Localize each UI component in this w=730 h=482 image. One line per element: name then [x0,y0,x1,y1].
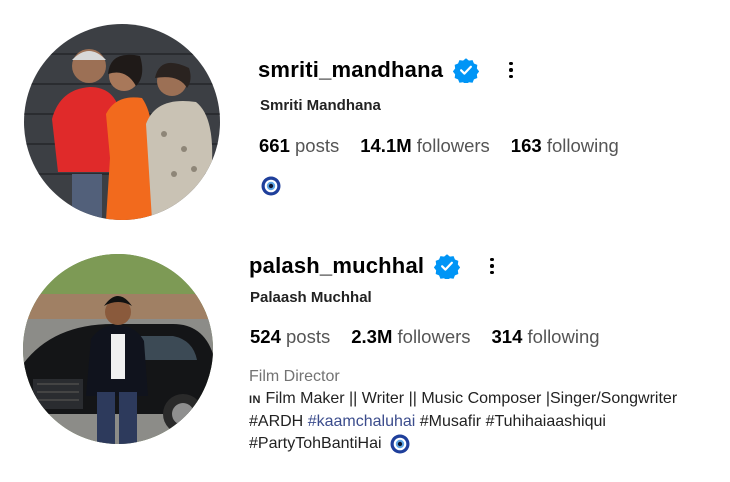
hashtag[interactable]: #PartyTohBantiHai [249,435,382,452]
bio-line: IN Film Maker || Writer || Music Compose… [249,390,678,407]
profile-stats: 661 posts 14.1M followers 163 following [259,135,640,157]
posts-count[interactable]: 524 posts [250,326,330,348]
bio: Film Director IN Film Maker || Writer ||… [249,366,677,455]
bio-hashtags: #PartyTohBantiHai [249,433,677,455]
username: smriti_mandhana [258,57,444,82]
bio-hashtags: #ARDH #kaamchaluhai #Musafir #Tuhihaiaas… [249,411,677,433]
following-count[interactable]: 314 following [492,326,600,348]
full-name: Smriti Mandhana [260,97,381,114]
nazar-amulet-icon [261,176,281,196]
followers-count[interactable]: 14.1M followers [360,135,490,157]
verified-badge-icon [434,254,461,279]
following-count[interactable]: 163 following [511,135,619,157]
more-options-icon[interactable] [482,253,502,279]
india-flag-label: IN [249,394,261,406]
profile-avatar[interactable] [24,24,220,220]
hashtag[interactable]: #Musafir #Tuhihaiaashiqui [420,413,606,430]
profile-category: Film Director [249,368,340,385]
verified-badge-icon [453,58,480,83]
posts-count[interactable]: 661 posts [259,135,339,157]
profile-header-palash: palash_muchhal Palaash Muchhal 524 posts… [0,240,730,482]
profile-stats: 524 posts 2.3M followers 314 following [250,326,621,348]
full-name: Palaash Muchhal [250,289,372,306]
more-options-icon[interactable] [501,57,521,83]
nazar-amulet-icon [390,434,410,454]
username: palash_muchhal [249,253,425,278]
profile-header-smriti: smriti_mandhana Smriti Mandhana 661 post… [0,0,730,240]
profile-avatar[interactable] [23,254,213,444]
hashtag[interactable]: #ARDH [249,413,303,430]
followers-count[interactable]: 2.3M followers [351,326,470,348]
bio [261,176,281,196]
hashtag-link[interactable]: #kaamchaluhai [308,413,416,430]
